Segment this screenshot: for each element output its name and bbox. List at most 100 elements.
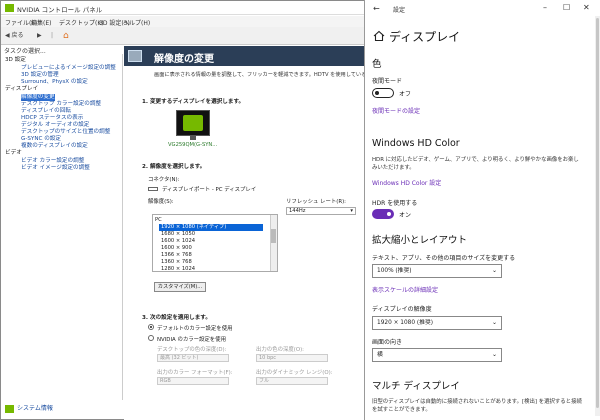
nvidia-eye-icon: [183, 115, 203, 131]
text-size-dropdown[interactable]: 100% (推奨) ⌄: [372, 264, 502, 278]
connector-value: ディスプレイポート - PC ディスプレイ: [162, 187, 257, 193]
page-title: 解像度の変更: [154, 54, 214, 65]
page-title: ディスプレイ: [389, 30, 461, 44]
tree-item[interactable]: HDCP ステータスの表示: [21, 115, 83, 122]
resolution-option[interactable]: 1360 × 768: [161, 259, 192, 266]
orientation-label: 画面の向き: [372, 339, 403, 346]
tree-item[interactable]: デスクトップ カラー設定の調整: [21, 101, 101, 108]
night-light-label: 夜間モード: [372, 78, 403, 85]
hd-color-settings-link[interactable]: Windows HD Color 設定: [372, 178, 441, 187]
menu-edit[interactable]: 編集(E): [31, 18, 51, 27]
night-light-settings-link[interactable]: 夜間モードの設定: [372, 106, 420, 115]
customize-button[interactable]: カスタマイズ(M)...: [154, 282, 206, 292]
display-resolution-label: ディスプレイの解像度: [372, 306, 432, 313]
tree-item[interactable]: デスクトップのサイズと位置の調整: [21, 129, 110, 136]
hdr-label: HDR を使用する: [372, 200, 418, 207]
night-light-state: オフ: [399, 91, 412, 98]
home-icon[interactable]: ⌂: [63, 31, 69, 41]
connector-label: コネクタ(N):: [148, 177, 180, 183]
toolbar: ◀ 戻る ▶ | ⌂: [1, 27, 367, 45]
back-arrow-icon[interactable]: ←: [373, 4, 380, 13]
resolution-option[interactable]: 1920 × 1080 (ネイティブ): [159, 224, 263, 231]
system-info-link[interactable]: システム情報: [3, 402, 123, 416]
forward-button[interactable]: ▶: [37, 31, 42, 41]
display-resolution-dropdown[interactable]: 1920 × 1080 (推奨) ⌄: [372, 316, 502, 330]
resolution-label: 解像度(S):: [148, 199, 174, 205]
output-color-format-value: RGB: [160, 378, 171, 384]
output-dynamic-range-select[interactable]: フル: [256, 377, 328, 385]
advanced-scaling-link[interactable]: 表示スケールの詳細設定: [372, 285, 438, 294]
scroll-thumb[interactable]: [596, 18, 599, 408]
scroll-thumb[interactable]: [271, 229, 276, 243]
divider-icon: |: [51, 32, 54, 39]
scale-layout-heading: 拡大縮小とレイアウト: [372, 235, 468, 246]
orientation-dropdown[interactable]: 横 ⌄: [372, 348, 502, 362]
radio-nvidia-label: NVIDIA のカラー設定を使用: [157, 337, 226, 343]
settings-window-title: 設定: [393, 7, 406, 14]
color-section-heading: 色: [372, 59, 382, 70]
tree-item[interactable]: 3D 設定の管理: [21, 72, 59, 79]
multi-display-heading: マルチ ディスプレイ: [372, 381, 460, 392]
text-size-label: テキスト、アプリ、その他の項目のサイズを変更する: [372, 255, 516, 262]
desktop: NVIDIA コントロール パネル ファイル(F) 編集(E) デスクトップ(K…: [0, 0, 600, 420]
tree-category[interactable]: ディスプレイ: [5, 86, 38, 93]
hdr-toggle[interactable]: [372, 209, 394, 219]
hd-color-description: HDR に対応したビデオ、ゲーム、アプリで、より明るく、より鮮やかな画像をお楽し…: [372, 157, 579, 171]
output-color-depth-value: 10 bpc: [259, 355, 277, 361]
resolution-option[interactable]: 1280 × 1024: [161, 266, 195, 271]
chevron-down-icon: ⌄: [491, 351, 497, 358]
maximize-icon[interactable]: ☐: [563, 3, 570, 12]
tree-item[interactable]: 複数のディスプレイの設定: [21, 143, 88, 150]
resolution-option[interactable]: PC: [155, 217, 162, 224]
resolution-option[interactable]: 1600 × 900: [161, 245, 192, 252]
tree-category[interactable]: ビデオ: [5, 150, 22, 157]
step2-heading: 2. 解像度を選択します。: [142, 164, 206, 170]
radio-nvidia-color[interactable]: [148, 335, 154, 341]
resolution-option[interactable]: 1600 × 1024: [161, 238, 195, 245]
display-resolution-value: 1920 × 1080 (推奨): [377, 320, 434, 326]
system-info-icon: [5, 405, 14, 413]
night-light-toggle[interactable]: [372, 88, 394, 98]
tree-category[interactable]: 3D 設定: [5, 57, 26, 64]
settings-scrollbar[interactable]: [595, 16, 600, 416]
menu-help[interactable]: ヘルプ(H): [123, 18, 150, 27]
home-icon: [373, 30, 385, 42]
tree-item[interactable]: G-SYNC の設定: [21, 136, 61, 143]
menu-bar: ファイル(F) 編集(E) デスクトップ(K) 3D 設定(3) ヘルプ(H): [1, 16, 367, 27]
radio-default-label: デフォルトのカラー設定を使用: [157, 326, 233, 332]
refresh-rate-select[interactable]: 144Hz ▾: [286, 207, 356, 215]
task-tree: 3D 設定 プレビューによるイメージ設定の調整 3D 設定の管理 Surround、P…: [1, 54, 123, 400]
output-color-format-select[interactable]: RGB: [157, 377, 229, 385]
resolution-list[interactable]: PC 1920 × 1080 (ネイティブ) 1680 × 1050 1600 × 1…: [152, 214, 278, 272]
tree-item[interactable]: Surround、PhysX の設定: [21, 79, 88, 86]
radio-default-color[interactable]: [148, 324, 154, 330]
tree-item[interactable]: ビデオ カラー設定の調整: [21, 158, 84, 165]
output-color-depth-select[interactable]: 10 bpc: [256, 354, 328, 362]
back-button[interactable]: ◀ 戻る: [5, 31, 24, 41]
desktop-color-depth-label: デスクトップの色の深度(D):: [157, 347, 227, 353]
nvidia-logo-icon: [5, 4, 14, 12]
desktop-color-depth-select[interactable]: 最高 (32 ビット): [157, 354, 229, 362]
back-label: 戻る: [11, 32, 24, 39]
resolution-option[interactable]: 1680 × 1050: [161, 231, 195, 238]
list-scrollbar[interactable]: [270, 215, 277, 271]
menu-desktop[interactable]: デスクトップ(K): [59, 18, 104, 27]
refresh-rate-label: リフレッシュ レート(R):: [286, 199, 346, 205]
resolution-option[interactable]: 1366 × 768: [161, 252, 192, 259]
title-bar[interactable]: NVIDIA コントロール パネル: [1, 1, 367, 15]
chevron-down-icon: ⌄: [491, 319, 497, 326]
monitor-label[interactable]: VG259QM(G-SYN...: [168, 142, 217, 148]
tree-item[interactable]: ビデオ イメージ設定の調整: [21, 165, 90, 172]
minimize-icon[interactable]: –: [543, 3, 547, 12]
hdr-state: オン: [399, 212, 412, 219]
chevron-down-icon: ▾: [350, 208, 353, 214]
close-icon[interactable]: ✕: [583, 3, 590, 12]
tree-item[interactable]: プレビューによるイメージ設定の調整: [21, 65, 116, 72]
tree-item[interactable]: デジタル オーディオの設定: [21, 122, 89, 129]
tree-item[interactable]: ディスプレイの回転: [21, 108, 71, 115]
output-color-format-label: 出力のカラー フォーマット(F):: [157, 370, 233, 376]
monitor-icon[interactable]: [176, 110, 210, 136]
tree-item[interactable]: 解像度の変更: [21, 94, 55, 101]
multi-display-description: 旧型のディスプレイは自動的に接続されないことがあります。[検出] を選択すると接…: [372, 399, 582, 413]
display-icon: [128, 50, 142, 62]
